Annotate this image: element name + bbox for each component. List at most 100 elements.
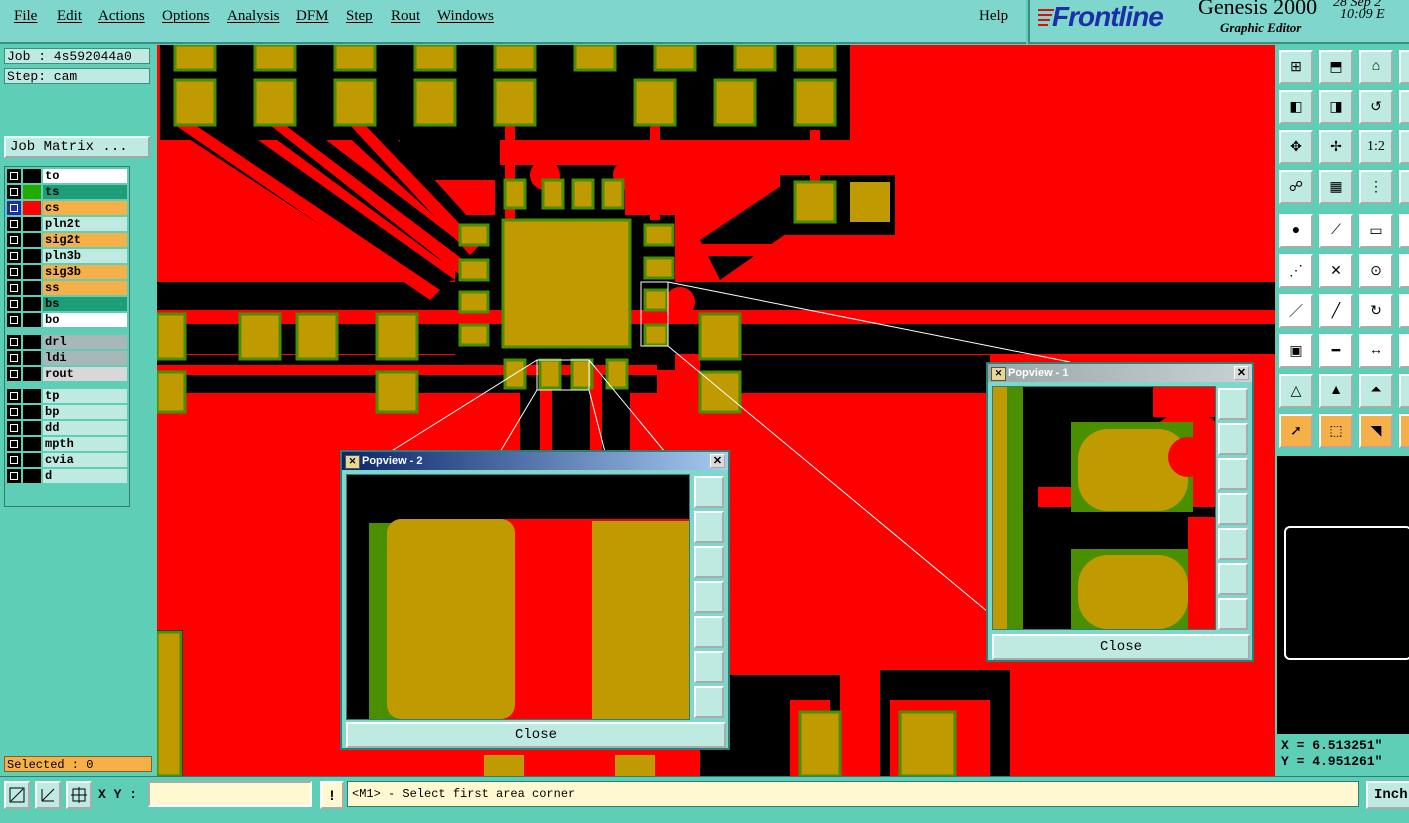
home-icon[interactable]: ⌂ xyxy=(1359,50,1393,84)
layer-row[interactable]: rout xyxy=(7,367,127,381)
curve-icon[interactable] xyxy=(1399,294,1409,328)
menu-rout[interactable]: Rout xyxy=(391,8,420,25)
bar-icon[interactable]: ━ xyxy=(1319,334,1353,368)
layer-checkbox[interactable] xyxy=(7,405,21,419)
layout-icon[interactable] xyxy=(1399,50,1409,84)
measure-span-icon[interactable]: ↔ xyxy=(1359,334,1393,368)
point-icon[interactable]: ⊙ xyxy=(1359,254,1393,288)
pan-down-icon[interactable] xyxy=(1218,458,1248,490)
layer-row[interactable]: 🖊bo xyxy=(7,313,127,327)
pan-left-icon[interactable]: ◧ xyxy=(1279,90,1313,124)
grid-icon[interactable] xyxy=(1399,130,1409,164)
pan-up-icon[interactable]: ⬒ xyxy=(1319,50,1353,84)
popview-2-window[interactable]: ✕ Popview - 2 ✕ Close xyxy=(340,450,730,750)
close-icon[interactable]: ✕ xyxy=(710,454,725,468)
popview-1-canvas[interactable] xyxy=(992,386,1216,630)
layer-checkbox[interactable] xyxy=(7,421,21,435)
layer-name[interactable]: drl xyxy=(43,335,127,349)
record-icon[interactable]: ● xyxy=(1279,214,1313,248)
popview-1-window[interactable]: ✕ Popview - 1 ✕ Close xyxy=(986,362,1254,662)
layer-name[interactable]: ts xyxy=(43,185,127,199)
arrow-extra-icon[interactable] xyxy=(1399,414,1409,448)
menu-help[interactable]: Help xyxy=(979,8,1008,25)
select-nodes-icon[interactable]: ⋰ xyxy=(1279,254,1313,288)
layer-row[interactable]: 🖊bs xyxy=(7,297,127,311)
pan-down-icon[interactable] xyxy=(694,546,724,578)
layer-row[interactable]: 🖊⊞cs xyxy=(7,201,127,215)
layer-checkbox[interactable] xyxy=(7,169,21,183)
draw-line-icon[interactable]: ⟋ xyxy=(1319,214,1353,248)
layer-row[interactable]: 🖊bp xyxy=(7,405,127,419)
popview-1-titlebar[interactable]: ✕ Popview - 1 ✕ xyxy=(988,364,1252,382)
zoom-in-icon[interactable] xyxy=(694,651,724,683)
layer-row[interactable]: pln2t xyxy=(7,217,127,231)
layer-name[interactable]: bo xyxy=(43,313,127,327)
zoom-home-icon[interactable] xyxy=(694,476,724,508)
layer-name[interactable]: dd xyxy=(43,421,127,435)
ruler-icon[interactable]: ▭ xyxy=(1359,214,1393,248)
close-icon[interactable]: ✕ xyxy=(1234,366,1249,380)
layer-row[interactable]: 🖊tp xyxy=(7,389,127,403)
arrow-orange-icon[interactable]: ◥ xyxy=(1359,414,1393,448)
layer-checkbox[interactable] xyxy=(7,351,21,365)
layer-name[interactable]: cvia xyxy=(43,453,127,467)
pan-right-icon[interactable]: ◨ xyxy=(1319,90,1353,124)
layer-row[interactable]: 🖊ts xyxy=(7,185,127,199)
layer-row[interactable]: 🖊sig3b xyxy=(7,265,127,279)
triangle-arrows-icon[interactable]: ▲ xyxy=(1319,374,1353,408)
layer-checkbox[interactable] xyxy=(7,233,21,247)
layer-checkbox[interactable] xyxy=(7,389,21,403)
xy-input[interactable] xyxy=(148,781,312,807)
pad-icon[interactable]: ▣ xyxy=(1279,334,1313,368)
window-menu-icon[interactable]: ✕ xyxy=(991,367,1006,381)
dim-icon[interactable] xyxy=(1399,334,1409,368)
arrow-select-icon[interactable]: ➚ xyxy=(1279,414,1313,448)
menu-windows[interactable]: Windows xyxy=(437,8,494,25)
layer-checkbox[interactable] xyxy=(7,217,21,231)
layer-checkbox[interactable] xyxy=(7,201,21,215)
popview-2-close-button[interactable]: Close xyxy=(346,722,726,748)
layer-checkbox[interactable] xyxy=(7,469,21,483)
popview-1-close-button[interactable]: Close xyxy=(992,634,1250,660)
layer-name[interactable]: rout xyxy=(43,367,127,381)
layer-row[interactable]: d xyxy=(7,469,127,483)
popview-2-canvas[interactable] xyxy=(346,474,690,720)
layer-name[interactable]: sig2t xyxy=(43,233,127,247)
zoom-home-icon[interactable] xyxy=(1218,388,1248,420)
layer-name[interactable]: ldi xyxy=(43,351,127,365)
rect-icon[interactable] xyxy=(1399,214,1409,248)
menu-edit[interactable]: Edit xyxy=(57,8,82,25)
zoom-home-icon[interactable]: ⊞ xyxy=(1279,50,1313,84)
layer-row[interactable]: cvia xyxy=(7,453,127,467)
fit-center-icon[interactable]: ✢ xyxy=(1319,130,1353,164)
layer-row[interactable]: 🖊dd xyxy=(7,421,127,435)
layer-checkbox[interactable] xyxy=(7,367,21,381)
layer-checkbox[interactable] xyxy=(7,297,21,311)
menu-step[interactable]: Step xyxy=(346,8,373,25)
layer-name[interactable]: pln2t xyxy=(43,217,127,231)
snap-icon[interactable] xyxy=(1399,170,1409,204)
window-menu-icon[interactable]: ✕ xyxy=(345,455,360,469)
alert-icon[interactable]: ! xyxy=(320,781,344,809)
measure-icon[interactable] xyxy=(35,781,61,809)
layer-name[interactable]: bp xyxy=(43,405,127,419)
layer-row[interactable]: ldi xyxy=(7,351,127,365)
job-matrix-button[interactable]: Job Matrix ... xyxy=(4,136,150,158)
scale-1-2-icon[interactable]: 1:2 xyxy=(1359,130,1393,164)
layer-row[interactable]: 🖊sig2t xyxy=(7,233,127,247)
layer-row[interactable]: pln3b xyxy=(7,249,127,263)
pan-left-icon[interactable] xyxy=(694,581,724,613)
clip-icon[interactable]: ☍ xyxy=(1279,170,1313,204)
zoom-out-icon[interactable] xyxy=(694,686,724,718)
layer-name[interactable]: pln3b xyxy=(43,249,127,263)
zoom-in-icon[interactable] xyxy=(1218,563,1248,595)
rotate-icon[interactable]: ↻ xyxy=(1359,294,1393,328)
layer-name[interactable]: sig3b xyxy=(43,265,127,279)
layer-checkbox[interactable] xyxy=(7,249,21,263)
layer-checkbox[interactable] xyxy=(7,281,21,295)
zoom-area-icon[interactable] xyxy=(4,781,30,809)
menu-options[interactable]: Options xyxy=(162,8,210,25)
layer-checkbox[interactable] xyxy=(7,185,21,199)
grid-snap-icon[interactable] xyxy=(66,781,92,809)
zoom-out-icon[interactable] xyxy=(1218,598,1248,630)
